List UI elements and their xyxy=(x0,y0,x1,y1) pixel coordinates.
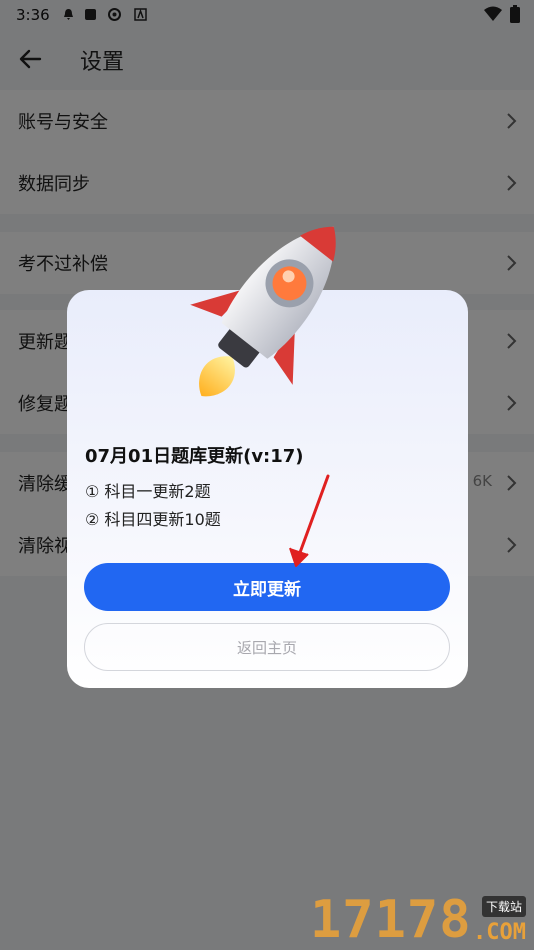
watermark-brand: 17178 xyxy=(310,890,472,950)
update-line-1: ① 科目一更新2题 xyxy=(85,482,211,501)
dialog-title: 07月01日题库更新(v:17) xyxy=(85,446,304,467)
watermark-tag: 下载站 xyxy=(481,896,526,917)
back-home-button[interactable]: 返回主页 xyxy=(84,623,450,671)
update-line-2: ② 科目四更新10题 xyxy=(85,510,221,529)
watermark-domain: .COM xyxy=(473,920,526,945)
annotation-arrow-icon xyxy=(289,474,330,567)
watermark-logo: 17178 下载站 .COM xyxy=(310,890,530,950)
rocket-illustration xyxy=(190,226,336,397)
update-now-button[interactable]: 立即更新 xyxy=(84,563,450,611)
